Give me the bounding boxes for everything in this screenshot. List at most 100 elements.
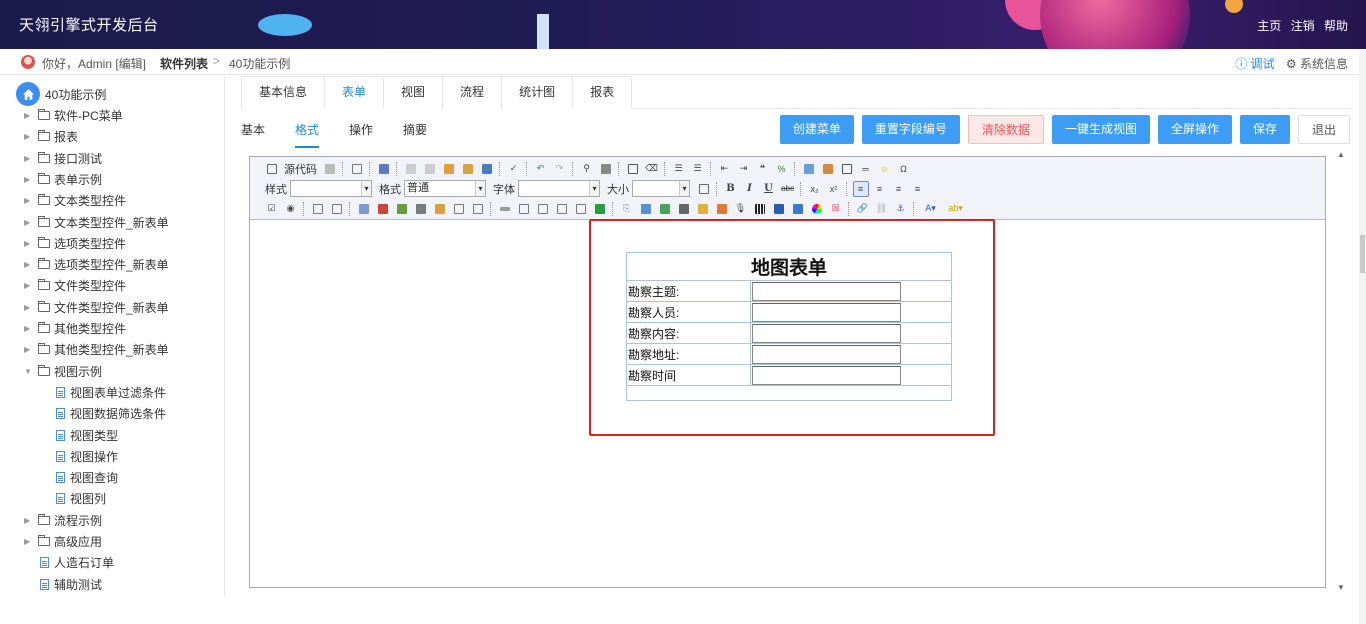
include-field-icon[interactable] [516,201,532,217]
tab-chart[interactable]: 统计图 [501,76,574,109]
expand-arrow-icon[interactable]: ▶ [24,196,34,205]
table-icon[interactable] [839,161,855,177]
expand-arrow-icon[interactable]: ▶ [24,218,34,227]
expand-arrow-icon[interactable]: ▶ [24,345,34,354]
doc-field-icon[interactable] [695,201,711,217]
expand-arrow-icon[interactable]: ▶ [24,175,34,184]
nav-help-link[interactable]: 帮助 [1324,19,1348,33]
sidebar-item[interactable]: 辅助测试 [38,574,102,595]
word-field-icon[interactable] [771,201,787,217]
microphone-field-icon[interactable]: 🎙 [733,201,749,217]
system-info-link[interactable]: ⚙ 系统信息 [1286,57,1348,71]
survey-time-input[interactable] [752,365,901,385]
select-field-icon[interactable] [451,201,467,217]
subtab-operation[interactable]: 操作 [349,114,373,148]
superscript-icon[interactable]: x² [826,181,842,197]
expand-arrow-icon[interactable]: ▶ [24,154,34,163]
image-icon[interactable] [801,161,817,177]
sidebar-item[interactable]: ▶ 文本类型控件_新表单 [24,212,169,233]
source-label[interactable]: 源代码 [284,161,317,177]
sidebar-item[interactable]: ▶ 其他类型控件 [24,318,126,339]
align-center-icon[interactable]: ≡ [872,181,888,197]
tree-root[interactable]: 40功能示例 [16,82,106,106]
format-select[interactable]: 普通 [404,180,486,197]
textarea-field-icon[interactable] [470,201,486,217]
save-button[interactable]: 保存 [1239,115,1290,144]
subtab-format[interactable]: 格式 [295,114,320,148]
sidebar-item[interactable]: 视图查询 [54,467,118,488]
sidebar-item[interactable]: ▶ 流程示例 [24,510,102,531]
subscript-icon[interactable]: x₂ [807,181,823,197]
expand-arrow-icon[interactable]: ▶ [24,281,34,290]
style-select[interactable] [290,180,372,197]
sidebar-item[interactable]: ▶ 文件类型控件_新表单 [24,297,169,318]
survey-content-input[interactable] [752,323,901,343]
sidebar-item[interactable]: 视图类型 [54,425,118,446]
color-wheel-icon[interactable] [809,201,825,217]
cut-icon[interactable] [403,161,419,177]
sidebar-item[interactable]: ▶ 其他类型控件_新表单 [24,339,169,360]
align-left-icon[interactable]: ≡ [852,180,869,197]
tab-report[interactable]: 报表 [572,76,633,109]
expand-arrow-icon[interactable]: ▶ [24,324,34,333]
checkbox-field-icon[interactable]: ☑ [264,201,280,217]
scroll-up-icon[interactable]: ▲ [1337,150,1345,159]
blockquote-icon[interactable]: ❝ [755,161,771,177]
sidebar-item[interactable]: ▶ 选项类型控件 [24,233,126,254]
clear-data-button[interactable]: 清除数据 [967,115,1044,144]
breadcrumb-software-list[interactable]: 软件列表 [160,55,208,72]
horizontal-rule-icon[interactable]: ═ [858,161,874,177]
source-icon[interactable] [264,161,280,177]
template-icon[interactable] [376,161,392,177]
undo-icon[interactable]: ↶ [533,161,549,177]
link-icon[interactable]: 🔗 [855,201,871,217]
copy-icon[interactable] [422,161,438,177]
bold-icon[interactable]: B [723,181,739,197]
department-field-icon[interactable] [432,201,448,217]
anchor-icon[interactable]: ⚓ [893,201,909,217]
strikethrough-icon[interactable]: abc [780,181,796,197]
subtab-summary[interactable]: 摘要 [403,114,427,148]
bank-field-icon[interactable] [413,201,429,217]
user-field-icon[interactable] [790,201,806,217]
avatar[interactable] [21,55,35,69]
spellcheck-icon[interactable]: ✓ [506,161,522,177]
page-scrollbar[interactable] [1359,50,1366,624]
save-doc-icon[interactable] [322,161,338,177]
outdent-icon[interactable]: ⇤ [717,161,733,177]
fullscreen-button[interactable]: 全屏操作 [1157,115,1232,144]
image-field-icon[interactable] [310,201,326,217]
create-menu-button[interactable]: 创建菜单 [779,115,854,144]
qrcode-field-icon[interactable] [752,201,768,217]
flash-icon[interactable] [820,161,836,177]
sidebar-item[interactable]: ▶ 报表 [24,126,78,147]
sidebar-item[interactable]: ▶ 文件类型控件 [24,275,126,296]
expand-arrow-icon[interactable]: ▶ [24,303,34,312]
camera-field-icon[interactable] [676,201,692,217]
layer-field-icon[interactable] [638,201,654,217]
expand-arrow-icon[interactable]: ▶ [24,537,34,546]
remove-format-icon[interactable]: ⌫ [644,161,660,177]
delete-field-icon[interactable]: ☒ [828,201,844,217]
sidebar-item[interactable]: ▼ 视图示例 [24,361,102,382]
subtab-basic[interactable]: 基本 [241,114,265,148]
exit-button[interactable]: 退出 [1297,115,1350,144]
tab-basic-info[interactable]: 基本信息 [241,76,326,109]
paste-word-icon[interactable] [479,161,495,177]
sidebar-item[interactable]: 视图数据筛选条件 [54,403,166,424]
sidebar-item[interactable]: ▶ 软件-PC菜单 [24,105,123,126]
expand-arrow-icon[interactable]: ▶ [24,111,34,120]
smiley-icon[interactable]: ☺ [877,161,893,177]
sidebar-item[interactable]: ▶ 接口测试 [24,148,102,169]
expand-arrow-icon[interactable]: ▶ [24,516,34,525]
background-color-icon[interactable]: ab▾ [945,201,967,217]
tab-form[interactable]: 表单 [324,76,385,109]
tab-view[interactable]: 视图 [383,76,444,109]
bulleted-list-icon[interactable]: ☰ [690,161,706,177]
italic-icon[interactable]: I [742,181,758,197]
underline-icon[interactable]: U [761,181,777,197]
radio-field-icon[interactable]: ◉ [283,201,299,217]
redo-icon[interactable]: ↷ [552,161,568,177]
photo-field-icon[interactable] [657,201,673,217]
editor-scrollbar[interactable]: ▲ ▼ [1334,150,1350,592]
